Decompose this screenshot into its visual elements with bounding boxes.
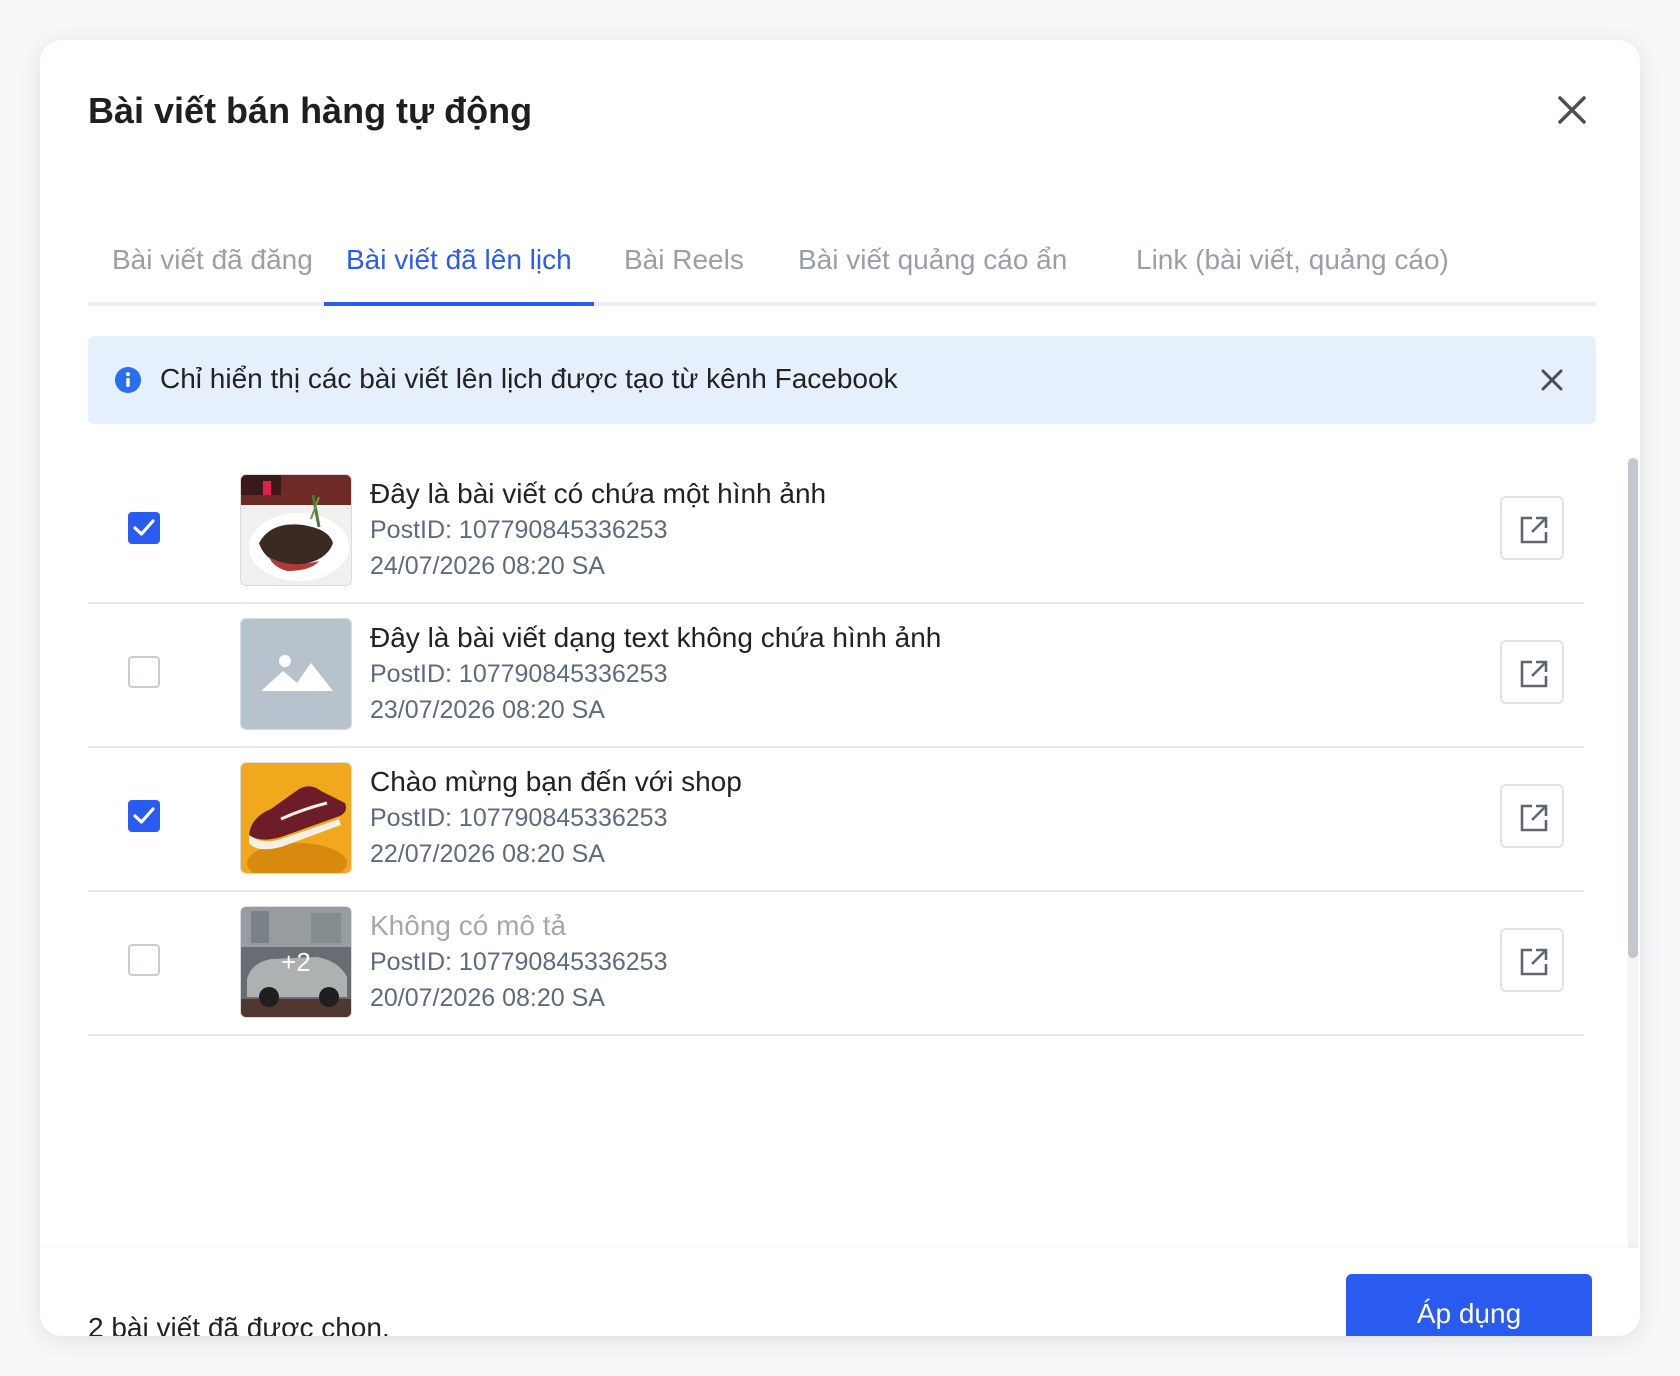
post-date: 20/07/2026 08:20 SA [370, 984, 605, 1012]
post-checkbox[interactable] [128, 800, 160, 832]
post-row[interactable]: +2 Không có mô tả PostID: 10779084533625… [88, 890, 1584, 1036]
tab-reels[interactable]: Bài Reels [624, 244, 744, 302]
post-list: Đây là bài viết có chứa một hình ảnh Pos… [88, 458, 1584, 1248]
post-title: Đây là bài viết dạng text không chứa hìn… [370, 622, 942, 653]
post-date: 24/07/2026 08:20 SA [370, 552, 605, 580]
post-id: PostID: 107790845336253 [370, 804, 668, 832]
external-link-icon [1520, 804, 1548, 832]
open-post-button[interactable] [1500, 496, 1564, 560]
tab-dark-posts[interactable]: Bài viết quảng cáo ẩn [798, 244, 1067, 302]
steak-photo [240, 474, 352, 586]
tab-link[interactable]: Link (bài viết, quảng cáo) [1136, 244, 1449, 302]
check-icon [133, 519, 155, 536]
open-post-button[interactable] [1500, 784, 1564, 848]
open-post-button[interactable] [1500, 640, 1564, 704]
post-row[interactable]: Đây là bài viết dạng text không chứa hìn… [88, 602, 1584, 748]
apply-button[interactable]: Áp dụng [1346, 1274, 1592, 1336]
post-title: Đây là bài viết có chứa một hình ảnh [370, 478, 827, 509]
post-date: 22/07/2026 08:20 SA [370, 840, 605, 868]
post-row[interactable]: Đây là bài viết có chứa một hình ảnh Pos… [88, 458, 1584, 604]
external-link-icon [1520, 516, 1548, 544]
dialog-title: Bài viết bán hàng tự động [88, 90, 533, 131]
car-photo: +2 [240, 906, 352, 1018]
post-id: PostID: 107790845336253 [370, 948, 668, 976]
post-title: Chào mừng bạn đến với shop [370, 766, 742, 797]
notice-close-button[interactable] [1538, 366, 1566, 394]
image-placeholder-icon [240, 618, 352, 730]
open-post-button[interactable] [1500, 928, 1564, 992]
dialog-footer: 2 bài viết đã được chọn. Áp dụng [40, 1248, 1640, 1336]
tab-published-posts[interactable]: Bài viết đã đăng [112, 244, 313, 302]
post-id: PostID: 107790845336253 [370, 516, 668, 544]
list-scrollbar[interactable] [1628, 458, 1638, 1248]
post-id: PostID: 107790845336253 [370, 660, 668, 688]
scrollbar-thumb[interactable] [1628, 458, 1638, 958]
sneaker-photo [240, 762, 352, 874]
tab-bar: Bài viết đã đăng Bài viết đã lên lịch Bà… [88, 230, 1596, 306]
auto-sales-post-dialog: Bài viết bán hàng tự động Bài viết đã đă… [40, 40, 1640, 1336]
tab-scheduled-posts[interactable]: Bài viết đã lên lịch [324, 244, 594, 306]
notice-text: Chỉ hiển thị các bài viết lên lịch được … [160, 363, 898, 394]
external-link-icon [1520, 660, 1548, 688]
info-notice: Chỉ hiển thị các bài viết lên lịch được … [88, 336, 1596, 424]
post-checkbox[interactable] [128, 944, 160, 976]
check-icon [133, 807, 155, 824]
info-icon [115, 367, 141, 393]
post-date: 23/07/2026 08:20 SA [370, 696, 605, 724]
post-checkbox[interactable] [128, 512, 160, 544]
more-images-badge: +2 [281, 946, 311, 977]
post-title: Không có mô tả [370, 910, 567, 941]
close-icon [1558, 96, 1586, 124]
post-checkbox[interactable] [128, 656, 160, 688]
post-row[interactable]: Chào mừng bạn đến với shop PostID: 10779… [88, 746, 1584, 892]
close-dialog-button[interactable] [1552, 90, 1592, 130]
close-icon [1541, 369, 1563, 391]
external-link-icon [1520, 948, 1548, 976]
selected-count-text: 2 bài viết đã được chọn. [88, 1312, 390, 1336]
